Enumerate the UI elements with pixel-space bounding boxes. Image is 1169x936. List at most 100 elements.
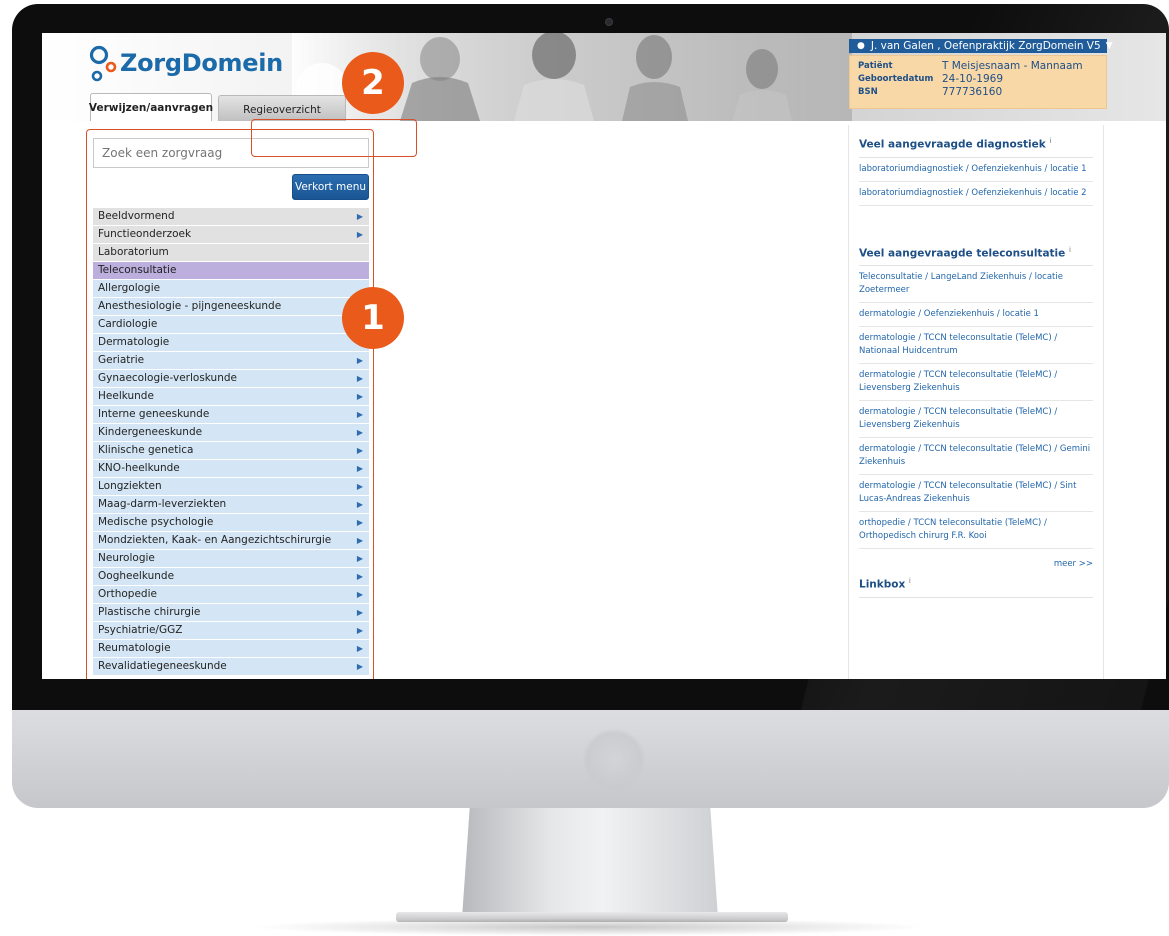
chevron-right-icon: ▶ <box>356 374 363 383</box>
floor-shadow <box>250 918 930 936</box>
logo-mark-icon <box>89 45 117 82</box>
chevron-right-icon: ▶ <box>356 626 363 635</box>
chevron-right-icon: ▶ <box>356 410 363 419</box>
teleconsultatie-link[interactable]: dermatologie / TCCN teleconsultatie (Tel… <box>859 475 1093 512</box>
teleconsultatie-links: Teleconsultatie / LangeLand Ziekenhuis /… <box>849 266 1103 549</box>
user-menu[interactable]: ● J. van Galen , Oefenpraktijk ZorgDomei… <box>849 39 1113 53</box>
menu-item-label: Teleconsultatie <box>98 264 177 276</box>
zorgdomein-logo[interactable]: ZorgDomein <box>88 43 283 83</box>
teleconsultatie-link[interactable]: dermatologie / TCCN teleconsultatie (Tel… <box>859 364 1093 401</box>
menu-item[interactable]: Psychiatrie/GGZ ▶ <box>93 622 369 640</box>
chevron-right-icon: ▶ <box>356 608 363 617</box>
chevron-right-icon: ▶ <box>356 482 363 491</box>
linkbox-heading-text: Linkbox <box>859 578 906 591</box>
patient-info: Patiënt T Meisjesnaam - Mannaam Geboorte… <box>849 55 1107 109</box>
callout-badge-2: 2 <box>342 52 404 114</box>
patient-dob-value: 24-10-1969 <box>942 73 1004 85</box>
info-icon[interactable]: i <box>1069 246 1071 254</box>
info-icon[interactable]: i <box>1049 137 1051 145</box>
tab-regieoverzicht[interactable]: Regieoverzicht <box>218 95 346 121</box>
menu-item[interactable]: Dermatologie <box>93 334 369 352</box>
menu-item-label: Medische psychologie <box>98 516 214 528</box>
chevron-right-icon: ▶ <box>356 212 363 221</box>
menu-item[interactable]: Plastische chirurgie ▶ <box>93 604 369 622</box>
menu-item[interactable]: Oogheelkunde ▶ <box>93 568 369 586</box>
teleconsultatie-heading: Veel aangevraagde teleconsultatie i <box>859 246 1093 266</box>
menu-item[interactable]: Medische psychologie ▶ <box>93 514 369 532</box>
zorgvraag-panel: Verkort menu Beeldvormend▶Functieonderzo… <box>86 129 374 679</box>
patient-bsn-value: 777736160 <box>942 86 1003 98</box>
menu-item[interactable]: Heelkunde ▶ <box>93 388 369 406</box>
menu-item-label: Mondziekten, Kaak- en Aangezichtschirurg… <box>98 534 332 546</box>
menu-item[interactable]: Longziekten ▶ <box>93 478 369 496</box>
diagnostiek-link[interactable]: laboratoriumdiagnostiek / Oefenziekenhui… <box>859 158 1093 182</box>
menu-item-label: Geriatrie <box>98 354 145 366</box>
chevron-right-icon: ▶ <box>356 536 363 545</box>
teleconsultatie-link[interactable]: orthopedie / TCCN teleconsultatie (TeleM… <box>859 512 1093 549</box>
menu-item[interactable]: Maag-darm-leverziekten ▶ <box>93 496 369 514</box>
chevron-right-icon: ▶ <box>356 446 363 455</box>
menu-item-label: Beeldvormend <box>98 210 175 222</box>
monitor-chin <box>12 710 1169 808</box>
teleconsultatie-link[interactable]: dermatologie / TCCN teleconsultatie (Tel… <box>859 438 1093 475</box>
menu-item-label: Functieonderzoek <box>98 228 192 240</box>
patient-row-dob: Geboortedatum 24-10-1969 <box>858 73 1098 86</box>
menu-item[interactable]: Beeldvormend ▶ <box>93 208 369 226</box>
menu-item[interactable]: Teleconsultatie <box>93 262 369 280</box>
specialism-menu: Beeldvormend ▶ Functieonderzoek ▶ Laboratori… <box>93 208 369 676</box>
menu-item[interactable]: Cardiologie <box>93 316 369 334</box>
header: ZorgDomein Verwijzen/aanvragen Regieover… <box>42 33 1166 121</box>
chevron-right-icon: ▶ <box>356 518 363 527</box>
menu-item[interactable]: Gynaecologie-verloskunde ▶ <box>93 370 369 388</box>
menu-item[interactable]: Geriatrie ▶ <box>93 352 369 370</box>
menu-item-label: Cardiologie <box>98 318 158 330</box>
menu-item[interactable]: Kindergeneeskunde ▶ <box>93 424 369 442</box>
diagnostiek-heading: Veel aangevraagde diagnostiek i <box>859 137 1093 158</box>
chevron-right-icon: ▶ <box>356 590 363 599</box>
teleconsultatie-link[interactable]: Teleconsultatie / LangeLand Ziekenhuis /… <box>859 266 1093 303</box>
menu-item[interactable]: Functieonderzoek ▶ <box>93 226 369 244</box>
patient-name-label: Patiënt <box>858 61 893 71</box>
menu-item-label: Klinische genetica <box>98 444 194 456</box>
menu-item-label: Heelkunde <box>98 390 154 402</box>
menu-item[interactable]: Klinische genetica ▶ <box>93 442 369 460</box>
diagnostiek-link[interactable]: laboratoriumdiagnostiek / Oefenziekenhui… <box>859 182 1093 206</box>
patient-row-bsn: BSN 777736160 <box>858 86 1098 99</box>
menu-item-label: Kindergeneeskunde <box>98 426 203 438</box>
menu-item-label: Neurologie <box>98 552 155 564</box>
info-icon[interactable]: i <box>909 577 911 585</box>
chevron-right-icon: ▶ <box>356 392 363 401</box>
apple-logo-icon <box>582 728 646 792</box>
menu-item-label: Gynaecologie-verloskunde <box>98 372 237 384</box>
menu-item[interactable]: Neurologie ▶ <box>93 550 369 568</box>
verkort-menu-button[interactable]: Verkort menu <box>292 174 369 200</box>
chevron-right-icon: ▶ <box>356 644 363 653</box>
teleconsultatie-link[interactable]: dermatologie / TCCN teleconsultatie (Tel… <box>859 327 1093 364</box>
menu-item[interactable]: Allergologie <box>93 280 369 298</box>
menu-item[interactable]: Orthopedie ▶ <box>93 586 369 604</box>
menu-item[interactable]: KNO-heelkunde ▶ <box>93 460 369 478</box>
menu-item-label: Plastische chirurgie <box>98 606 201 618</box>
menu-item[interactable]: Anesthesiologie - pijngeneeskunde <box>93 298 369 316</box>
chevron-right-icon: ▶ <box>356 428 363 437</box>
teleconsultatie-link[interactable]: dermatologie / Oefenziekenhuis / locatie… <box>859 303 1093 327</box>
diagnostiek-links: laboratoriumdiagnostiek / Oefenziekenhui… <box>849 158 1103 206</box>
main-tabs: Verwijzen/aanvragen Regieoverzicht <box>89 93 346 121</box>
screen: ZorgDomein Verwijzen/aanvragen Regieover… <box>42 33 1166 679</box>
callout-box-regieoverzicht <box>251 119 417 157</box>
menu-item-label: Laboratorium <box>98 246 169 258</box>
menu-item[interactable]: Reumatologie ▶ <box>93 640 369 658</box>
menu-item[interactable]: Interne geneeskunde ▶ <box>93 406 369 424</box>
callout-badge-1: 1 <box>342 287 404 349</box>
chevron-right-icon: ▶ <box>356 230 363 239</box>
camera-icon <box>605 18 613 26</box>
meer-link[interactable]: meer >> <box>859 559 1093 569</box>
menu-item[interactable]: Revalidatiegeneeskunde ▶ <box>93 658 369 676</box>
patient-dob-label: Geboortedatum <box>858 74 934 84</box>
menu-item[interactable]: Mondziekten, Kaak- en Aangezichtschirurg… <box>93 532 369 550</box>
tab-verwijzen-aanvragen[interactable]: Verwijzen/aanvragen <box>89 93 213 121</box>
menu-item-label: Longziekten <box>98 480 162 492</box>
menu-item-label: Psychiatrie/GGZ <box>98 624 183 636</box>
teleconsultatie-link[interactable]: dermatologie / TCCN teleconsultatie (Tel… <box>859 401 1093 438</box>
menu-item[interactable]: Laboratorium <box>93 244 369 262</box>
